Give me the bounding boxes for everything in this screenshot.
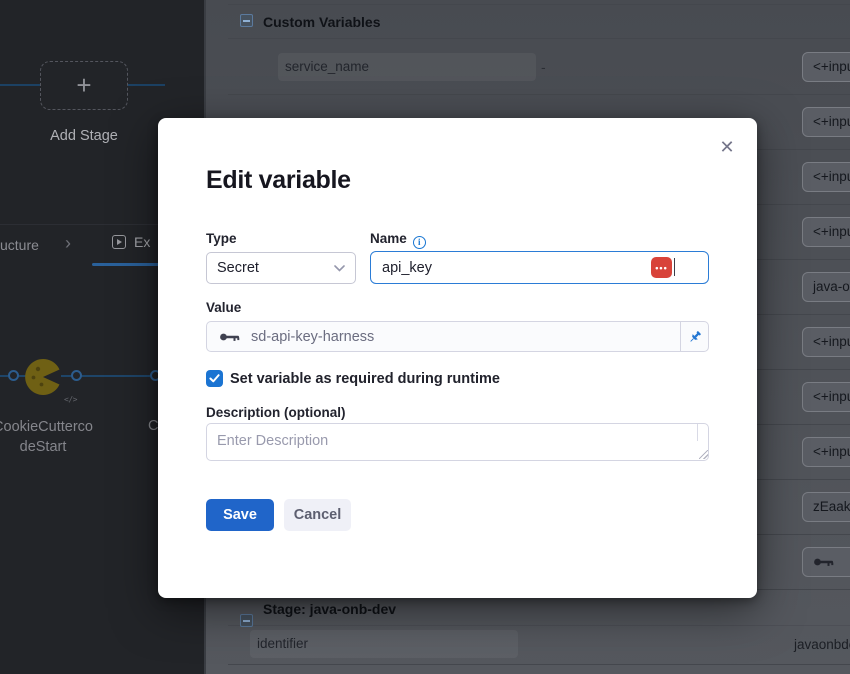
pipeline-connector-line <box>81 375 150 377</box>
required-checkbox-label: Set variable as required during runtime <box>230 371 500 387</box>
row-divider <box>228 625 850 626</box>
stage-node-label-line1: CookieCutterco <box>0 418 113 438</box>
cancel-button[interactable]: Cancel <box>284 499 351 531</box>
variable-value-input[interactable]: zEaak <box>802 492 850 522</box>
tab-execution-label: Ex <box>134 234 150 250</box>
variable-name-field[interactable]: service_name <box>278 53 536 81</box>
key-icon <box>813 556 835 568</box>
pipeline-node-port <box>8 370 19 381</box>
chevron-right-icon: › <box>65 233 71 254</box>
variable-value-input[interactable]: <+inpu <box>802 382 850 412</box>
pin-icon <box>687 329 703 345</box>
pipeline-connector-line <box>0 375 8 377</box>
description-label: Description (optional) <box>206 405 346 420</box>
add-stage-label: Add Stage <box>0 128 168 144</box>
name-label: Namei <box>370 231 426 249</box>
chevron-down-icon <box>334 265 345 272</box>
variable-value-input[interactable]: <+inpu <box>802 327 850 357</box>
pipeline-connector-line <box>61 375 71 377</box>
collapse-icon[interactable] <box>240 14 253 27</box>
edit-variable-modal: ✕ Edit variable Type Secret Namei ••• Va… <box>158 118 757 598</box>
close-icon[interactable]: ✕ <box>716 136 738 158</box>
add-stage-button[interactable]: + <box>40 61 128 110</box>
cookiecutter-stage-icon[interactable] <box>25 359 61 395</box>
breadcrumb-partial[interactable]: ucture <box>0 237 39 253</box>
masked-secret-chip[interactable]: ••• <box>651 257 672 278</box>
key-icon <box>219 331 241 343</box>
input-type-selector[interactable] <box>680 322 708 351</box>
variable-value-input[interactable]: <+inpu <box>802 52 850 82</box>
tab-execution[interactable]: Ex <box>112 234 150 250</box>
pipeline-node-port <box>71 370 82 381</box>
app-screen: + Add Stage ucture › Ex </> CookieCutter… <box>0 0 850 674</box>
variable-value-input[interactable]: <+inpu <box>802 107 850 137</box>
variable-description-placeholder: - <box>541 59 546 75</box>
stage-node-label: CookieCutterco deStart <box>0 418 113 457</box>
check-icon <box>209 374 220 383</box>
plus-icon: + <box>76 72 91 98</box>
type-select-value: Secret <box>217 260 334 276</box>
variable-value-input[interactable]: java-o <box>802 272 850 302</box>
identifier-value: javaonbde <box>794 637 850 652</box>
stage-node2-label-fragment: C <box>148 418 158 434</box>
pipeline-connector-line <box>128 84 165 86</box>
type-select[interactable]: Secret <box>206 252 356 284</box>
required-checkbox[interactable] <box>206 370 223 387</box>
info-icon[interactable]: i <box>413 236 426 249</box>
text-caret <box>674 258 675 276</box>
section-title-custom-variables: Custom Variables <box>263 14 381 30</box>
row-divider <box>228 664 850 665</box>
variable-value-input[interactable]: <+inpu <box>802 162 850 192</box>
active-tab-underline <box>92 263 162 266</box>
variable-value-input[interactable]: <+inpu <box>802 437 850 467</box>
stage-node-label-line2: deStart <box>0 438 113 458</box>
secret-reference-text: sd-api-key-harness <box>251 329 680 345</box>
row-divider <box>228 4 850 5</box>
type-label: Type <box>206 231 237 246</box>
variable-name-field[interactable]: identifier <box>250 630 518 658</box>
row-divider <box>228 38 850 39</box>
section-title-stage: Stage: java-onb-dev <box>263 601 396 617</box>
collapse-icon[interactable] <box>240 614 253 627</box>
row-divider <box>228 94 850 95</box>
resize-handle[interactable] <box>699 450 708 459</box>
secret-value-field[interactable]: sd-api-key-harness <box>206 321 709 352</box>
save-button[interactable]: Save <box>206 499 274 531</box>
modal-title: Edit variable <box>206 166 351 195</box>
pipeline-connector-line <box>0 84 40 86</box>
textarea-scroll-edge <box>697 424 698 441</box>
value-label: Value <box>206 300 241 315</box>
variable-value-input[interactable]: <+inpu <box>802 217 850 247</box>
secret-value-input[interactable] <box>802 547 850 577</box>
code-step-icon: </> <box>64 395 77 404</box>
description-textarea[interactable] <box>206 423 709 461</box>
execution-icon <box>112 235 126 249</box>
